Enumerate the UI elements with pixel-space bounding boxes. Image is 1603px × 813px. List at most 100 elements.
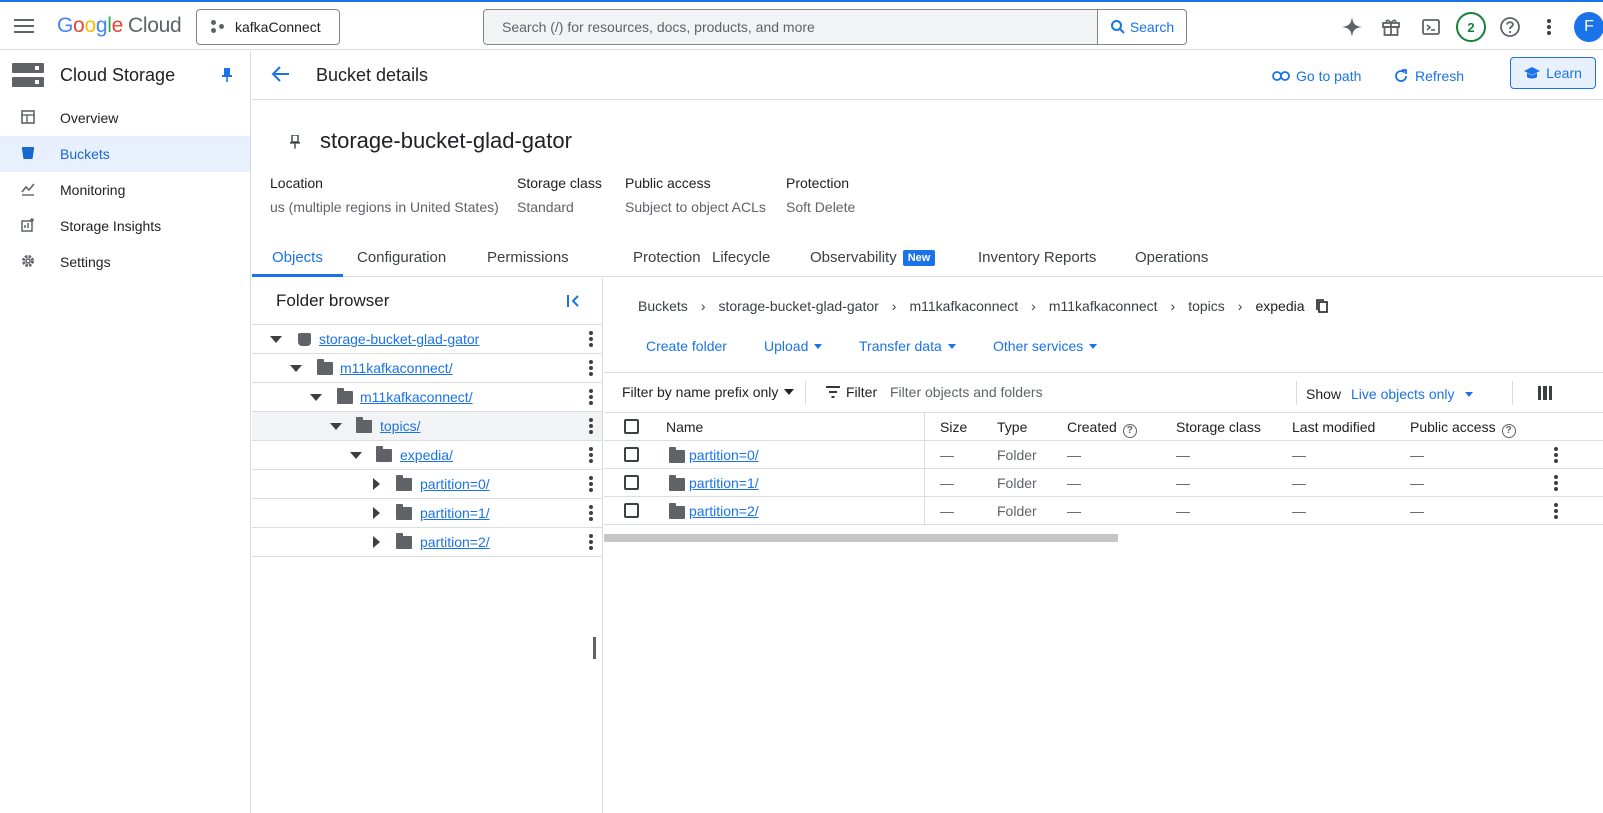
table-row[interactable]: partition=1/ — Folder — — — — (604, 469, 1603, 497)
google-cloud-logo[interactable]: Google Cloud (57, 14, 182, 38)
tree-item-label[interactable]: topics/ (380, 418, 420, 434)
tree-item-label[interactable]: m11kafkaconnect/ (340, 360, 453, 376)
table-row[interactable]: partition=0/ — Folder — — — — (604, 441, 1603, 469)
tree-item-label[interactable]: m11kafkaconnect/ (360, 389, 473, 405)
tree-item-label[interactable]: storage-bucket-glad-gator (319, 331, 479, 347)
copy-icon[interactable] (1315, 298, 1329, 314)
object-name-link[interactable]: partition=2/ (689, 503, 759, 519)
go-to-path-button[interactable]: Go to path (1272, 63, 1361, 89)
tab-objects[interactable]: Objects (252, 249, 343, 277)
more-options-icon[interactable] (1554, 475, 1558, 491)
tree-item-label[interactable]: expedia/ (400, 447, 453, 463)
object-name-link[interactable]: partition=1/ (689, 475, 759, 491)
breadcrumb-item[interactable]: m11kafkaconnect (909, 298, 1018, 314)
pin-icon[interactable] (222, 68, 232, 82)
tree-item[interactable]: m11kafkaconnect/ (252, 383, 602, 412)
collapse-caret-icon[interactable] (290, 364, 302, 372)
breadcrumb-item[interactable]: m11kafkaconnect (1049, 298, 1158, 314)
tab-lifecycle[interactable]: Lifecycle (712, 249, 770, 277)
create-folder-button[interactable]: Create folder (646, 338, 727, 354)
more-options-icon[interactable] (1554, 447, 1558, 463)
sidebar-item-storage-insights[interactable]: Storage Insights (0, 208, 250, 244)
more-options-icon[interactable] (1554, 503, 1558, 519)
collapse-caret-icon[interactable] (350, 451, 362, 459)
table-row[interactable]: partition=2/ — Folder — — — — (604, 497, 1603, 525)
tree-item[interactable]: partition=1/ (252, 499, 602, 528)
select-all-checkbox[interactable] (624, 419, 639, 434)
tree-item-label[interactable]: partition=2/ (420, 534, 490, 550)
more-options-icon[interactable] (589, 505, 593, 521)
row-checkbox[interactable] (624, 475, 639, 490)
column-created[interactable]: Created? (1067, 419, 1137, 438)
tab-operations[interactable]: Operations (1135, 249, 1208, 277)
live-objects-select[interactable]: Live objects only (1351, 386, 1473, 402)
tree-item[interactable]: topics/ (252, 412, 602, 441)
search-bar[interactable]: Search (/) for resources, docs, products… (483, 9, 1187, 45)
sidebar-item-settings[interactable]: Settings (0, 244, 250, 280)
expand-caret-icon[interactable] (373, 507, 380, 519)
cloud-shell-icon[interactable] (1419, 15, 1443, 39)
prefix-filter-select[interactable]: Filter by name prefix only (622, 384, 795, 400)
collapse-caret-icon[interactable] (270, 335, 282, 343)
more-options-icon[interactable] (1537, 15, 1561, 39)
column-display-icon[interactable] (1538, 386, 1552, 400)
gift-icon[interactable] (1379, 15, 1403, 39)
help-icon[interactable] (1498, 15, 1522, 39)
tree-item[interactable]: m11kafkaconnect/ (252, 354, 602, 383)
gemini-sparkle-icon[interactable] (1340, 15, 1364, 39)
more-options-icon[interactable] (589, 476, 593, 492)
transfer-data-button[interactable]: Transfer data (859, 338, 956, 354)
sidebar-item-buckets[interactable]: Buckets (0, 136, 250, 172)
column-public-access[interactable]: Public access? (1410, 419, 1516, 438)
help-icon[interactable]: ? (1501, 424, 1516, 438)
tab-permissions[interactable]: Permissions (487, 249, 569, 277)
breadcrumb-item[interactable]: Buckets (638, 298, 688, 314)
row-checkbox[interactable] (624, 503, 639, 518)
more-options-icon[interactable] (589, 534, 593, 550)
more-options-icon[interactable] (589, 331, 593, 347)
help-icon[interactable]: ? (1122, 424, 1137, 438)
more-options-icon[interactable] (589, 418, 593, 434)
learn-button[interactable]: Learn (1510, 57, 1596, 89)
back-arrow-icon[interactable] (270, 63, 294, 87)
avatar[interactable]: F (1574, 12, 1603, 42)
more-options-icon[interactable] (589, 447, 593, 463)
tree-item-label[interactable]: partition=1/ (420, 505, 490, 521)
tree-item[interactable]: expedia/ (252, 441, 602, 470)
collapse-caret-icon[interactable] (330, 422, 342, 430)
collapse-caret-icon[interactable] (310, 393, 322, 401)
breadcrumb-item[interactable]: storage-bucket-glad-gator (718, 298, 878, 314)
search-button[interactable]: Search (1097, 10, 1186, 44)
other-services-button[interactable]: Other services (993, 338, 1098, 354)
column-size[interactable]: Size (940, 419, 967, 435)
more-options-icon[interactable] (589, 389, 593, 405)
sidebar-item-overview[interactable]: Overview (0, 100, 250, 136)
horizontal-scrollbar[interactable] (604, 534, 1118, 542)
tab-protection[interactable]: Protection (633, 249, 701, 277)
bucket-pin-icon[interactable] (290, 135, 300, 149)
refresh-button[interactable]: Refresh (1393, 63, 1464, 89)
column-storage-class[interactable]: Storage class (1176, 419, 1261, 435)
collapse-panel-icon[interactable] (566, 294, 582, 308)
tree-item[interactable]: partition=2/ (252, 528, 602, 557)
column-name[interactable]: Name (666, 419, 703, 435)
expand-caret-icon[interactable] (373, 478, 380, 490)
object-name-link[interactable]: partition=0/ (689, 447, 759, 463)
tree-item-label[interactable]: partition=0/ (420, 476, 490, 492)
panel-resize-handle[interactable] (593, 637, 596, 659)
filter-input[interactable]: Filter objects and folders (890, 384, 1043, 400)
breadcrumb-item[interactable]: topics (1188, 298, 1225, 314)
expand-caret-icon[interactable] (373, 536, 380, 548)
tab-configuration[interactable]: Configuration (357, 249, 446, 277)
main-menu-icon[interactable] (12, 14, 36, 38)
column-type[interactable]: Type (997, 419, 1027, 435)
row-checkbox[interactable] (624, 447, 639, 462)
column-last-modified[interactable]: Last modified (1292, 419, 1375, 435)
project-picker[interactable]: kafkaConnect (196, 9, 340, 45)
tab-inventory-reports[interactable]: Inventory Reports (978, 249, 1096, 277)
notifications-badge[interactable]: 2 (1456, 12, 1486, 42)
tree-item[interactable]: storage-bucket-glad-gator (252, 325, 602, 354)
tree-item[interactable]: partition=0/ (252, 470, 602, 499)
upload-button[interactable]: Upload (764, 338, 823, 354)
more-options-icon[interactable] (589, 360, 593, 376)
